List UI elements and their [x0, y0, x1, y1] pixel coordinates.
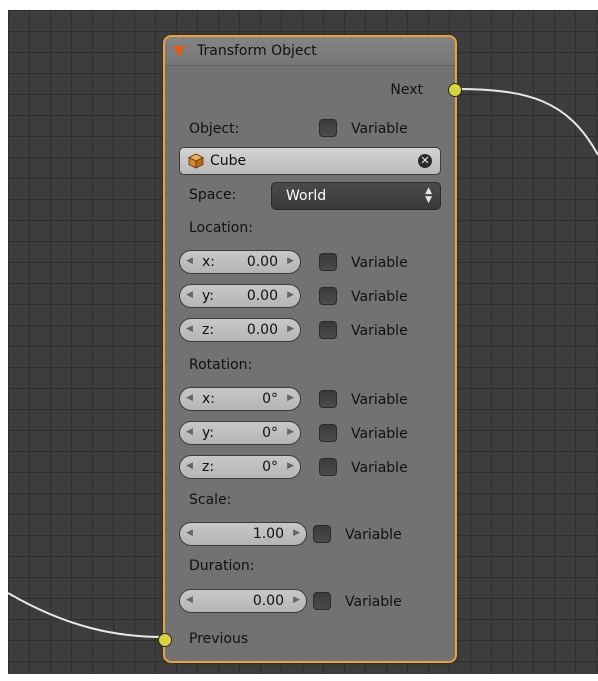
object-variable-checkbox[interactable] — [319, 119, 337, 137]
axis-label: x: — [202, 391, 216, 407]
space-label: Space: — [189, 187, 237, 203]
rotation-z-value: 0° — [262, 459, 278, 475]
axis-label: z: — [202, 459, 215, 475]
rotation-x-variable-label: Variable — [351, 392, 408, 408]
rotation-z-field[interactable]: ◀ z: 0° ▶ — [179, 455, 301, 479]
node-title: Transform Object — [197, 43, 317, 59]
rotation-y-variable-label: Variable — [351, 426, 408, 442]
rotation-label: Rotation: — [189, 357, 253, 373]
duration-value: 0.00 — [252, 593, 284, 609]
decrement-arrow-icon[interactable]: ◀ — [186, 528, 193, 538]
scale-field[interactable]: ◀ 1.00 ▶ — [179, 522, 307, 546]
decrement-arrow-icon[interactable]: ◀ — [186, 427, 193, 437]
object-label: Object: — [189, 121, 240, 137]
scale-variable-label: Variable — [345, 527, 402, 543]
decrement-arrow-icon[interactable]: ◀ — [186, 461, 193, 471]
location-x-variable-label: Variable — [351, 255, 408, 271]
rotation-y-value: 0° — [262, 425, 278, 441]
rotation-x-field[interactable]: ◀ x: 0° ▶ — [179, 387, 301, 411]
location-z-variable-checkbox[interactable] — [319, 321, 337, 339]
location-y-variable-label: Variable — [351, 289, 408, 305]
decrement-arrow-icon[interactable]: ◀ — [186, 290, 193, 300]
space-value: World — [286, 188, 327, 204]
axis-label: y: — [202, 288, 214, 304]
axis-label: y: — [202, 425, 214, 441]
rotation-x-variable-checkbox[interactable] — [319, 390, 337, 408]
duration-variable-label: Variable — [345, 594, 402, 610]
rotation-x-value: 0° — [262, 391, 278, 407]
increment-arrow-icon[interactable]: ▶ — [287, 393, 294, 403]
location-z-value: 0.00 — [246, 322, 278, 338]
next-connection-wire — [454, 88, 598, 156]
previous-input-socket[interactable] — [158, 633, 172, 647]
location-label: Location: — [189, 220, 253, 236]
decrement-arrow-icon[interactable]: ◀ — [186, 595, 193, 605]
location-x-value: 0.00 — [246, 254, 278, 270]
location-x-variable-checkbox[interactable] — [319, 253, 337, 271]
next-socket-label: Next — [390, 82, 423, 98]
cube-icon — [188, 153, 204, 169]
object-name: Cube — [210, 153, 247, 169]
updown-arrows-icon: ▲ ▼ — [425, 186, 432, 205]
duration-variable-checkbox[interactable] — [313, 592, 331, 610]
clear-x-icon[interactable]: ✕ — [418, 154, 432, 168]
increment-arrow-icon[interactable]: ▶ — [287, 256, 294, 266]
increment-arrow-icon[interactable]: ▶ — [287, 427, 294, 437]
object-field[interactable]: Cube ✕ — [179, 147, 441, 175]
decrement-arrow-icon[interactable]: ◀ — [186, 393, 193, 403]
location-y-value: 0.00 — [246, 288, 278, 304]
location-y-field[interactable]: ◀ y: 0.00 ▶ — [179, 284, 301, 308]
collapse-triangle-icon[interactable] — [173, 46, 185, 57]
next-output-socket[interactable] — [448, 83, 462, 97]
scale-variable-checkbox[interactable] — [313, 525, 331, 543]
increment-arrow-icon[interactable]: ▶ — [287, 461, 294, 471]
location-y-variable-checkbox[interactable] — [319, 287, 337, 305]
increment-arrow-icon[interactable]: ▶ — [293, 595, 300, 605]
duration-field[interactable]: ◀ 0.00 ▶ — [179, 589, 307, 613]
scale-value: 1.00 — [252, 526, 284, 542]
increment-arrow-icon[interactable]: ▶ — [293, 528, 300, 538]
rotation-y-variable-checkbox[interactable] — [319, 424, 337, 442]
increment-arrow-icon[interactable]: ▶ — [287, 324, 294, 334]
location-z-field[interactable]: ◀ z: 0.00 ▶ — [179, 318, 301, 342]
location-x-field[interactable]: ◀ x: 0.00 ▶ — [179, 250, 301, 274]
rotation-z-variable-checkbox[interactable] — [319, 458, 337, 476]
duration-label: Duration: — [189, 558, 255, 574]
decrement-arrow-icon[interactable]: ◀ — [186, 256, 193, 266]
scale-label: Scale: — [189, 492, 232, 508]
decrement-arrow-icon[interactable]: ◀ — [186, 324, 193, 334]
transform-object-node[interactable]: Transform Object Next Object: Variable C… — [158, 35, 462, 663]
node-header[interactable]: Transform Object — [165, 37, 455, 66]
object-variable-label: Variable — [351, 121, 408, 137]
location-z-variable-label: Variable — [351, 323, 408, 339]
axis-label: x: — [202, 254, 216, 270]
increment-arrow-icon[interactable]: ▶ — [287, 290, 294, 300]
rotation-y-field[interactable]: ◀ y: 0° ▶ — [179, 421, 301, 445]
space-dropdown[interactable]: World ▲ ▼ — [271, 182, 441, 210]
axis-label: z: — [202, 322, 215, 338]
rotation-z-variable-label: Variable — [351, 460, 408, 476]
previous-socket-label: Previous — [189, 631, 249, 647]
previous-connection-wire — [8, 592, 164, 638]
